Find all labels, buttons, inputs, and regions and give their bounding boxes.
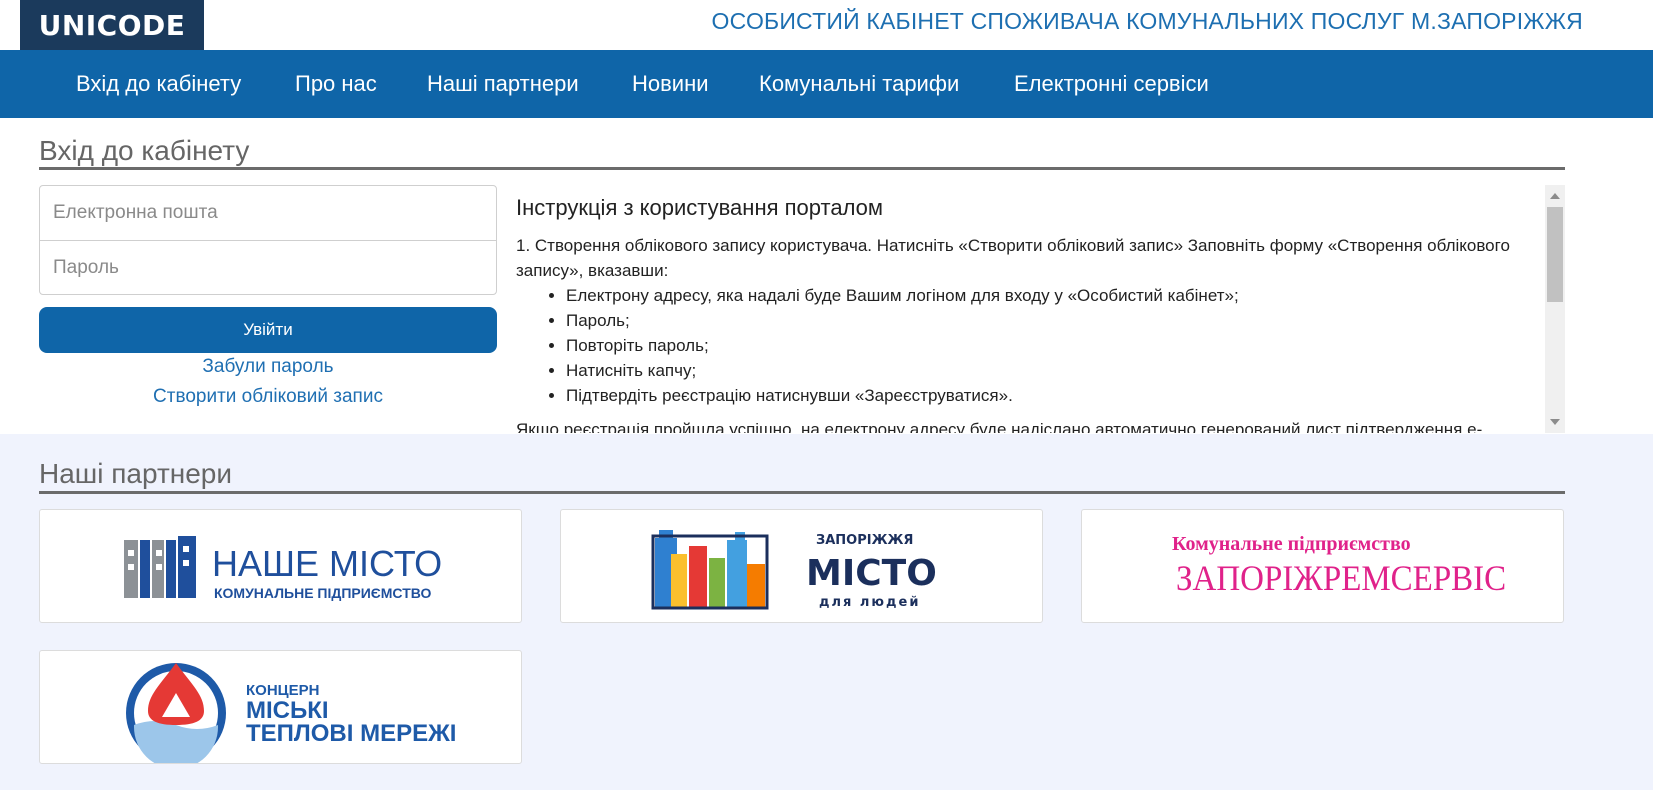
partner-card-line1: ЗАПОРІЖЖЯ <box>816 533 913 548</box>
email-input[interactable] <box>40 186 496 240</box>
list-item: Повторіть пароль; <box>566 333 1546 358</box>
instructions-title: Інструкція з користування порталом <box>516 195 884 220</box>
partner-card-zaporizhremservis[interactable]: Комунальне підприємство ЗАПОРІЖРЕМСЕРВІС <box>1081 509 1564 623</box>
nav-item-eservices[interactable]: Електронні сервіси <box>1014 50 1209 118</box>
list-item: Електрону адресу, яка надалі буде Вашим … <box>566 283 1546 308</box>
create-account-link[interactable]: Створити обліковий запис <box>39 386 497 408</box>
login-section-title: Вхід до кабінету <box>39 135 250 166</box>
instructions-panel[interactable]: Інструкція з користування порталом 1. Ст… <box>504 185 1565 433</box>
partner-card-line1: Комунальне підприємство <box>1172 533 1411 555</box>
instructions-step-1: 1. Створення облікового запису користува… <box>516 236 1510 280</box>
instructions-bullet-list: Електрону адресу, яка надалі буде Вашим … <box>566 283 1546 408</box>
partner-card-teplovi-merezhi[interactable]: КОНЦЕРН МІСЬКІ ТЕПЛОВІ МЕРЕЖІ <box>39 650 522 764</box>
partners-section-title: Наші партнери <box>39 458 233 489</box>
partner-card-zaporizhzhia-misto[interactable]: ЗАПОРІЖЖЯ МІСТО для людей <box>560 509 1043 623</box>
instructions-content: Інструкція з користування порталом 1. Ст… <box>516 185 1546 433</box>
login-section-divider <box>39 167 1565 170</box>
partner-card-line1: НАШЕ МІСТО <box>212 543 442 584</box>
nav-item-about[interactable]: Про нас <box>295 50 377 118</box>
scroll-down-icon[interactable] <box>1550 419 1560 425</box>
login-form <box>39 185 497 295</box>
nav-item-news[interactable]: Новини <box>632 50 709 118</box>
partner-card-line3: для людей <box>819 595 920 610</box>
nav-item-tariffs[interactable]: Комунальні тарифи <box>759 50 959 118</box>
zaporizhzhia-misto-logo: ЗАПОРІЖЖЯ МІСТО для людей <box>651 530 937 610</box>
list-item: Натисніть капчу; <box>566 358 1546 383</box>
site-title: ОСОБИСТИЙ КАБІНЕТ СПОЖИВАЧА КОМУНАЛЬНИХ … <box>711 8 1583 34</box>
scrollbar-thumb[interactable] <box>1547 207 1563 302</box>
partners-section-divider <box>39 491 1565 494</box>
login-button[interactable]: Увійти <box>39 307 497 353</box>
zaporizhremservis-logo: Комунальне підприємство ЗАПОРІЖРЕМСЕРВІС <box>1172 533 1506 599</box>
unicode-logo[interactable]: UNICODE <box>20 0 204 50</box>
partner-card-line2: ЗАПОРІЖРЕМСЕРВІС <box>1176 558 1506 599</box>
teplovi-merezhi-logo: КОНЦЕРН МІСЬКІ ТЕПЛОВІ МЕРЕЖІ <box>126 663 456 763</box>
nashe-misto-logo: НАШЕ МІСТО КОМУНАЛЬНЕ ПІДПРИЄМСТВО <box>124 536 442 601</box>
nav-item-partners[interactable]: Наші партнери <box>427 50 579 118</box>
list-item: Підтвердіть реєстрацію натиснувши «Зареє… <box>566 383 1546 408</box>
top-header: UNICODE ОСОБИСТИЙ КАБІНЕТ СПОЖИВАЧА КОМУ… <box>0 0 1653 50</box>
nav-item-login[interactable]: Вхід до кабінету <box>76 50 241 118</box>
instructions-after-text: Якщо реєстрація пройшла успішно, на елек… <box>516 420 1483 433</box>
partner-card-line2: МІСТО <box>806 553 937 594</box>
partner-card-line2: КОМУНАЛЬНЕ ПІДПРИЄМСТВО <box>214 585 432 601</box>
list-item: Пароль; <box>566 308 1546 333</box>
partner-card-line3: ТЕПЛОВІ МЕРЕЖІ <box>246 720 456 747</box>
password-input[interactable] <box>40 241 496 295</box>
instructions-scrollbar[interactable] <box>1545 185 1565 433</box>
partner-card-nashe-misto[interactable]: НАШЕ МІСТО КОМУНАЛЬНЕ ПІДПРИЄМСТВО <box>39 509 522 623</box>
main-navbar: Вхід до кабінету Про нас Наші партнери Н… <box>0 50 1653 118</box>
forgot-password-link[interactable]: Забули пароль <box>39 356 497 378</box>
scroll-up-icon[interactable] <box>1550 193 1560 199</box>
